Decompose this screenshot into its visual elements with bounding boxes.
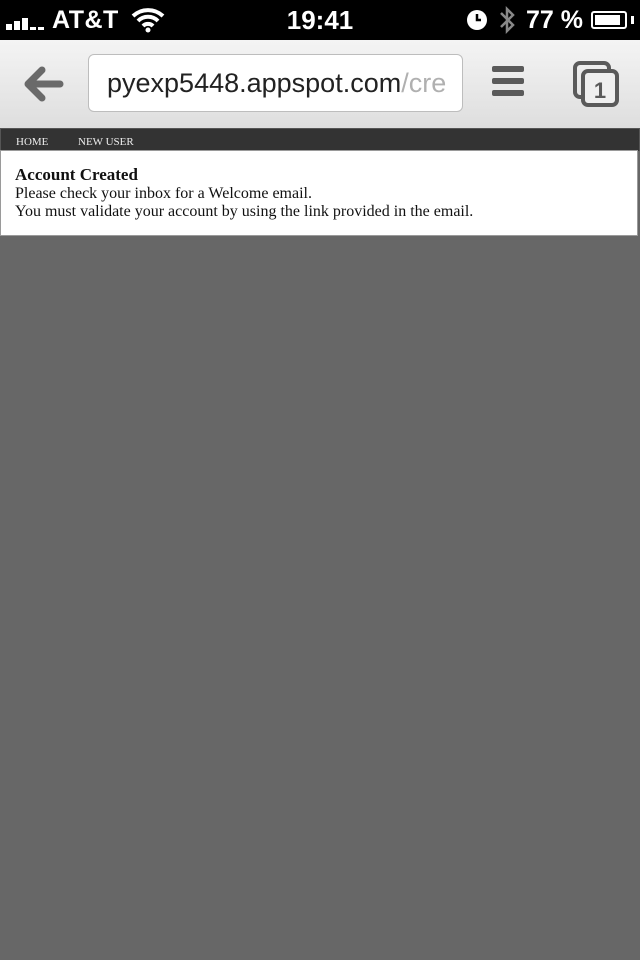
tabs-icon[interactable]: 1 [572,60,620,108]
address-bar[interactable]: pyexp5448.appspot.com/cre [88,54,463,112]
menu-icon[interactable] [492,66,524,102]
url-path: /cre [401,68,447,98]
message-line-1: Please check your inbox for a Welcome em… [15,185,312,202]
battery-icon [591,11,627,29]
message-panel: Account Created Please check your inbox … [0,150,638,236]
clock-icon [467,10,488,30]
tab-count: 1 [594,78,606,103]
nav-new-user-link[interactable]: NEW USER [78,129,134,151]
battery-percent: 77 % [526,5,583,34]
status-bar: AT&T 19:41 77 % [0,0,640,40]
message-line-2: You must validate your account by using … [15,203,474,220]
bluetooth-icon [500,5,515,35]
browser-toolbar: pyexp5448.appspot.com/cre 1 [0,40,640,129]
message-title: Account Created [15,165,138,184]
back-arrow-icon[interactable] [20,62,68,106]
nav-home-link[interactable]: HOME [16,129,48,151]
url-host: pyexp5448.appspot.com [107,68,402,98]
site-navbar: HOME NEW USER [0,128,640,151]
